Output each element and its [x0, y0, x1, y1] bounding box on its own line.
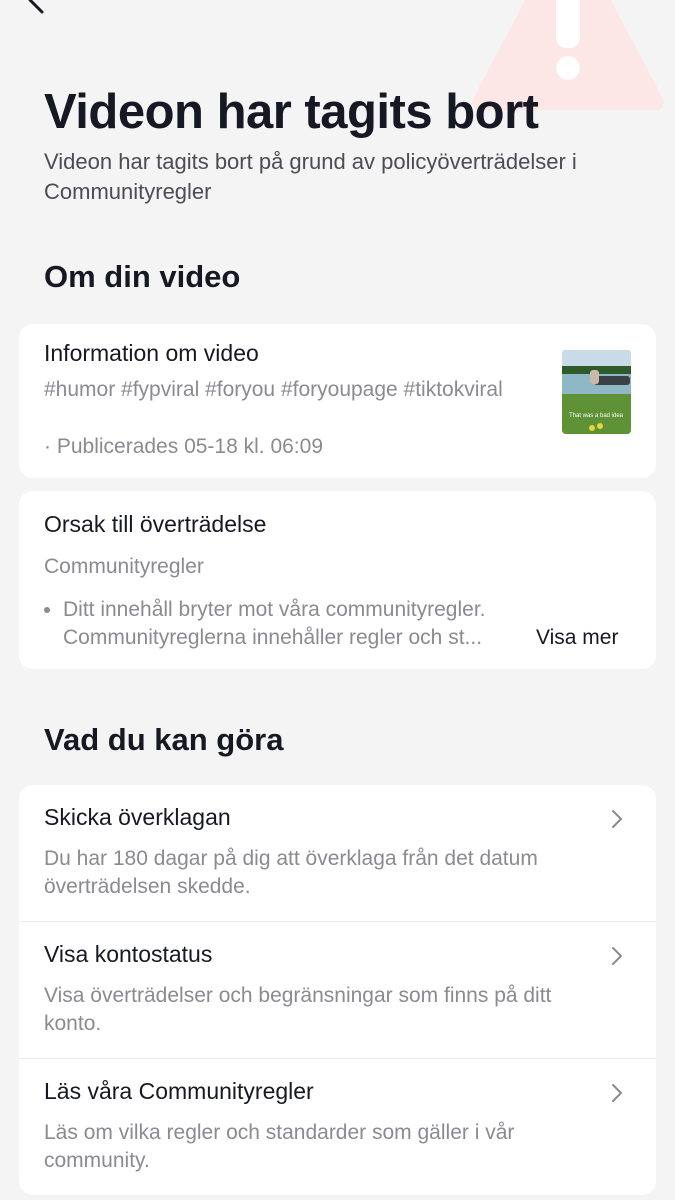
bullet-dot-icon [44, 607, 50, 613]
video-info-title: Information om video [44, 340, 259, 366]
action-title-appeal: Skicka överklagan [44, 804, 231, 830]
thumbnail-caption: That was a bad idea [569, 413, 624, 419]
violation-reason-card: Orsak till överträdelse Communityregler … [19, 491, 656, 669]
chevron-right-icon [612, 1084, 622, 1102]
page-title: Videon har tagits bort [44, 85, 539, 139]
action-title-community-guidelines: Läs våra Communityregler [44, 1078, 314, 1104]
back-arrow-icon[interactable] [22, 0, 50, 14]
action-item-appeal[interactable]: Skicka överklagan Du har 180 dagar på di… [19, 785, 656, 921]
show-more-link[interactable]: Visa mer [536, 624, 618, 652]
violation-text-line-1: Ditt innehåll bryter mot våra communityr… [63, 598, 486, 621]
actions-card: Skicka överklagan Du har 180 dagar på di… [19, 785, 656, 1195]
action-desc-appeal: Du har 180 dagar på dig att överklaga fr… [44, 847, 538, 898]
action-item-account-status[interactable]: Visa kontostatus Visa överträdelser och … [19, 922, 656, 1058]
chevron-right-icon [612, 947, 622, 965]
video-publish-date: · Publicerades 05-18 kl. 06:09 [44, 435, 323, 458]
video-info-card[interactable]: Information om video #humor #fypviral #f… [19, 324, 656, 478]
page-subtitle: Videon har tagits bort på grund av polic… [44, 149, 577, 204]
action-item-community-guidelines[interactable]: Läs våra Communityregler Läs om vilka re… [19, 1059, 656, 1195]
video-thumbnail[interactable]: That was a bad idea [562, 350, 631, 434]
chevron-right-icon [612, 810, 622, 828]
section-title-actions: Vad du kan göra [44, 722, 284, 757]
action-title-account-status: Visa kontostatus [44, 941, 213, 967]
violation-reason-title: Orsak till överträdelse [44, 511, 267, 537]
section-title-about: Om din video [44, 259, 241, 294]
action-desc-community-guidelines: Läs om vilka regler och standarder som g… [44, 1121, 515, 1172]
violation-category: Communityregler [44, 555, 204, 578]
violation-text-line-2: Communityreglerna innehåller regler och … [63, 626, 483, 649]
action-desc-account-status: Visa överträdelser och begränsningar som… [44, 984, 552, 1035]
video-hashtags: #humor #fypviral #foryou #foryoupage #ti… [44, 378, 503, 401]
